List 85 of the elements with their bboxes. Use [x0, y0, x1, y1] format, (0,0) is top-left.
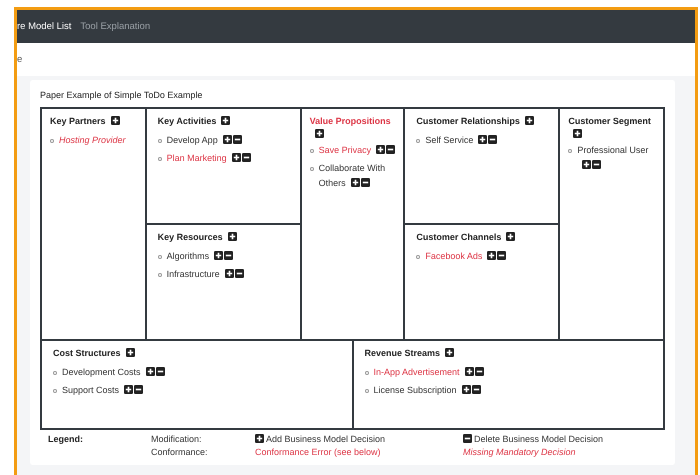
- add-icon[interactable]: [224, 269, 234, 278]
- delete-icon[interactable]: [234, 269, 244, 278]
- delete-icon[interactable]: [242, 153, 251, 162]
- block-title: Customer Channels: [416, 232, 502, 242]
- bullet-icon: [158, 255, 162, 259]
- add-icon[interactable]: [464, 367, 474, 376]
- nav-link[interactable]: re Model List: [17, 21, 72, 32]
- block-title: Cost Structures: [53, 348, 121, 358]
- add-icon[interactable]: [582, 160, 592, 169]
- add-icon[interactable]: [376, 145, 386, 154]
- bullet-icon: [53, 371, 57, 375]
- bullet-icon: [50, 139, 54, 143]
- block-title: Customer Relationships: [416, 116, 520, 126]
- add-icon[interactable]: [506, 232, 516, 241]
- add-icon[interactable]: [146, 367, 155, 376]
- delete-icon[interactable]: [232, 135, 242, 144]
- bullet-icon: [158, 273, 162, 277]
- legend-row-label: Conformance:: [151, 447, 209, 457]
- delete-icon[interactable]: [360, 178, 370, 187]
- delete-icon[interactable]: [134, 385, 144, 394]
- nav-link[interactable]: Tool Explanation: [80, 21, 150, 32]
- bullet-icon: [364, 371, 368, 375]
- legend-text: Delete Business Model Decision: [474, 434, 604, 444]
- add-icon: [255, 434, 264, 443]
- decision-label: Self Service: [425, 133, 498, 148]
- legend-text: Missing Mandatory Decision: [463, 447, 576, 457]
- delete-icon[interactable]: [488, 135, 498, 144]
- add-icon[interactable]: [214, 251, 224, 260]
- delete-icon: [463, 434, 472, 443]
- decision-label: Support Costs: [62, 383, 144, 398]
- add-icon[interactable]: [573, 129, 582, 138]
- bullet-icon: [568, 149, 572, 153]
- add-icon[interactable]: [110, 116, 120, 125]
- decision-label: Development Costs: [62, 365, 165, 380]
- bullet-icon: [364, 389, 368, 393]
- add-icon[interactable]: [126, 348, 135, 357]
- delete-icon[interactable]: [592, 160, 602, 169]
- bullet-icon: [416, 139, 420, 143]
- decision-label: Professional User: [577, 143, 658, 173]
- block-title: Key Activities: [158, 116, 216, 126]
- decision-label: Hosting Provider: [59, 134, 126, 147]
- bullet-icon: [158, 139, 162, 143]
- delete-icon[interactable]: [472, 385, 481, 394]
- legend-label: Legend:: [48, 434, 84, 444]
- add-icon[interactable]: [524, 116, 534, 125]
- add-icon[interactable]: [478, 135, 488, 144]
- block-title: Value Propositions: [310, 116, 391, 126]
- block-title: Customer Segment: [568, 116, 651, 126]
- delete-icon[interactable]: [386, 145, 396, 154]
- add-icon[interactable]: [222, 135, 232, 144]
- add-icon[interactable]: [314, 129, 324, 138]
- bullet-icon: [53, 389, 57, 393]
- legend-text: Conformance Error (see below): [255, 447, 381, 457]
- add-icon[interactable]: [445, 348, 454, 357]
- decision-label: License Subscription: [374, 383, 481, 398]
- block-title: Revenue Streams: [364, 348, 440, 358]
- decision-label: In-App Advertisement: [374, 365, 484, 380]
- delete-icon[interactable]: [497, 251, 506, 260]
- add-icon[interactable]: [221, 116, 230, 125]
- bullet-icon: [310, 149, 314, 153]
- decision-label: Develop App: [166, 133, 242, 148]
- bullet-icon: [310, 167, 314, 171]
- decision-label: Algorithms: [166, 249, 234, 264]
- delete-icon[interactable]: [224, 251, 234, 260]
- legend-row-label: Modification:: [151, 434, 203, 444]
- bullet-icon: [158, 157, 162, 161]
- decision-label: Collaborate With Others: [318, 162, 386, 190]
- decision-label: Plan Marketing: [166, 151, 251, 166]
- block-title: Key Resources: [158, 232, 223, 242]
- add-icon[interactable]: [124, 385, 134, 394]
- bullet-icon: [416, 255, 420, 259]
- add-icon[interactable]: [487, 251, 496, 260]
- decision-label: Facebook Ads: [425, 249, 506, 264]
- breadcrumb-text: e: [17, 54, 22, 65]
- delete-icon[interactable]: [156, 367, 165, 376]
- add-icon[interactable]: [462, 385, 471, 394]
- add-icon[interactable]: [228, 232, 237, 241]
- decision-label: Infrastructure: [166, 267, 244, 282]
- legend-text: Add Business Model Decision: [266, 434, 386, 444]
- block-title: Key Partners: [50, 116, 106, 126]
- delete-icon[interactable]: [474, 367, 484, 376]
- add-icon[interactable]: [350, 178, 360, 187]
- decision-label: Save Privacy: [318, 143, 396, 158]
- add-icon[interactable]: [232, 153, 241, 162]
- canvas-title: Paper Example of Simple ToDo Example: [40, 90, 204, 100]
